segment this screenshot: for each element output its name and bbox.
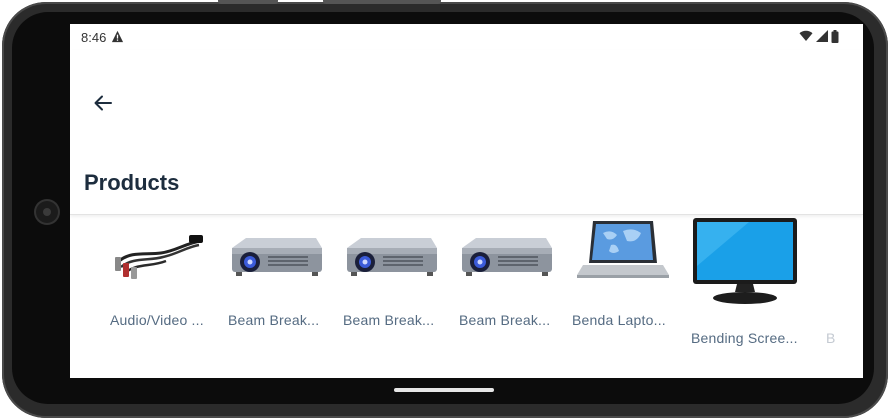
product-image bbox=[455, 216, 557, 286]
product-name: Beam Break... bbox=[343, 312, 435, 328]
product-name: Audio/Video ... bbox=[110, 312, 204, 328]
product-name: Benda Lapto... bbox=[572, 312, 666, 328]
products-carousel[interactable]: Audio/Video ... Beam Break... Beam Break… bbox=[70, 216, 863, 376]
product-image bbox=[340, 216, 442, 286]
app-bar: Products bbox=[70, 50, 863, 215]
product-name: Bending Scree... bbox=[691, 330, 798, 346]
product-image bbox=[110, 216, 212, 286]
product-name: Beam Break... bbox=[459, 312, 551, 328]
home-indicator[interactable] bbox=[394, 388, 494, 392]
status-bar: 8:46 bbox=[70, 24, 863, 50]
back-button[interactable] bbox=[90, 90, 116, 116]
product-name: B bbox=[826, 330, 836, 346]
status-time: 8:46 bbox=[81, 30, 107, 45]
system-icons bbox=[799, 29, 839, 43]
av-cable-image bbox=[115, 235, 203, 279]
page-title: Products bbox=[84, 170, 180, 195]
app-screen: 8:46 Products Audio/Video ... Beam Break… bbox=[70, 24, 863, 378]
product-image bbox=[225, 216, 327, 286]
warning-icon bbox=[111, 30, 124, 43]
battery-icon bbox=[831, 29, 839, 43]
power-button bbox=[323, 0, 441, 4]
signal-icon bbox=[816, 30, 828, 42]
laptop-image bbox=[577, 221, 669, 278]
projector-image bbox=[232, 238, 322, 276]
product-name: Beam Break... bbox=[228, 312, 320, 328]
product-image bbox=[570, 216, 672, 286]
arrow-left-icon bbox=[94, 95, 112, 111]
projector-image bbox=[347, 238, 437, 276]
wifi-icon bbox=[799, 30, 813, 41]
projector-image bbox=[462, 238, 552, 276]
volume-button bbox=[218, 0, 278, 4]
product-image bbox=[686, 216, 804, 308]
monitor-image bbox=[693, 218, 797, 304]
front-camera bbox=[36, 201, 58, 223]
